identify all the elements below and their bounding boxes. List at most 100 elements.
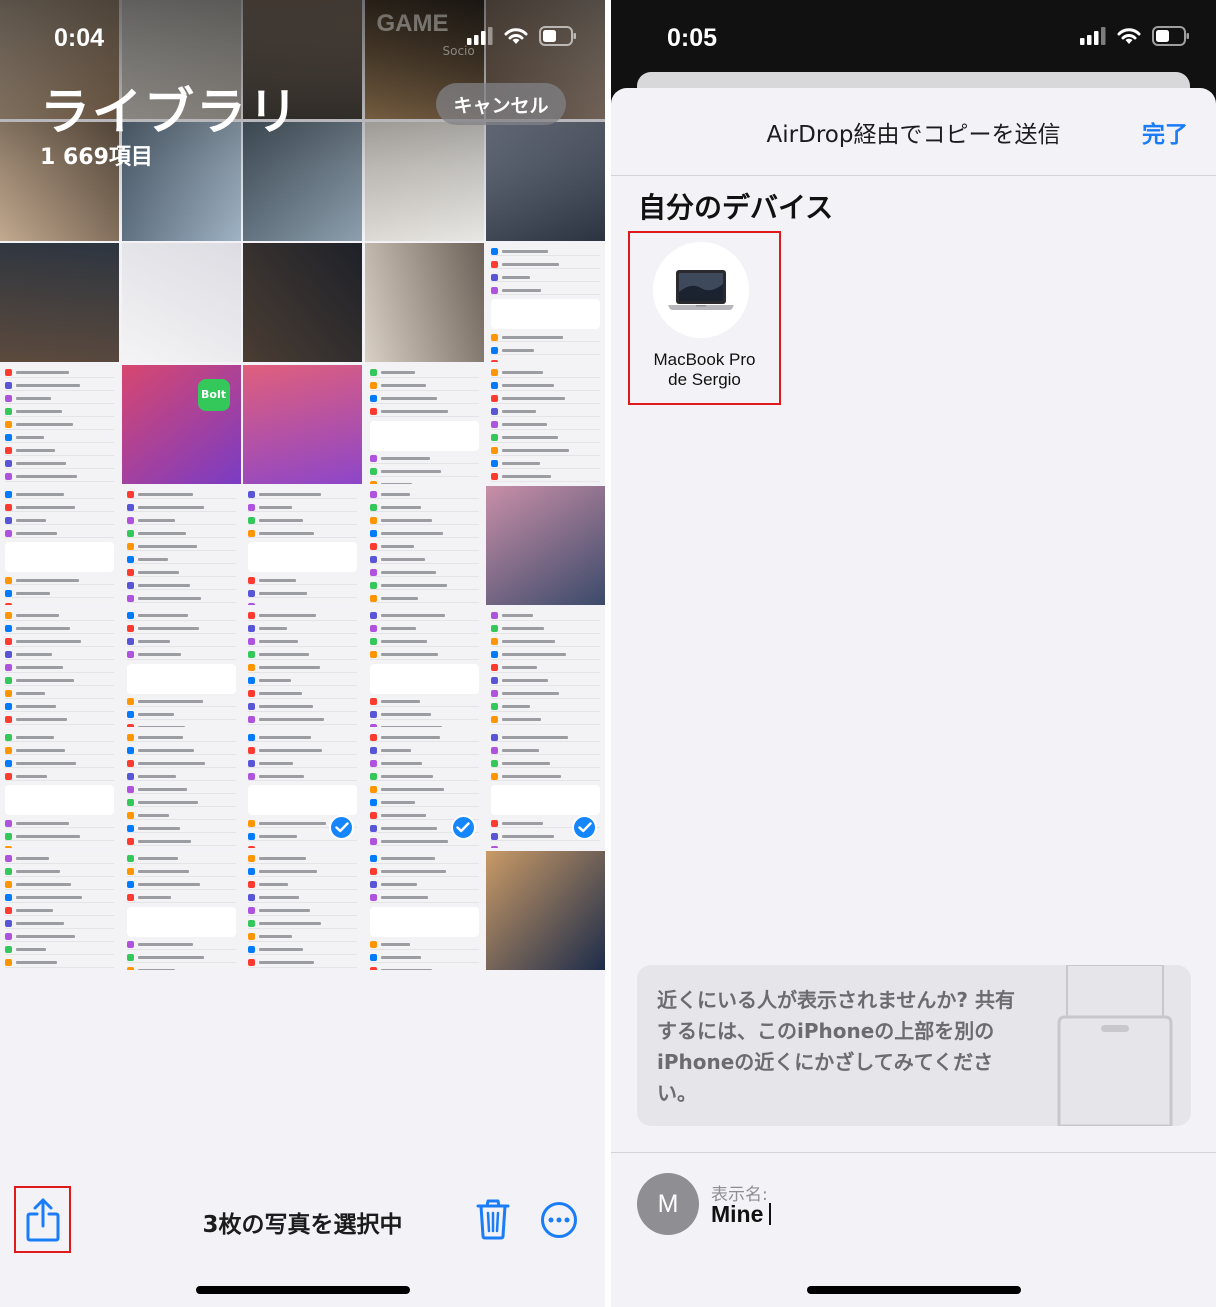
photo-thumbnail[interactable] bbox=[486, 850, 605, 970]
photo-thumbnail[interactable] bbox=[486, 243, 605, 362]
screenshot-row bbox=[126, 625, 236, 634]
settings-row-icon bbox=[5, 933, 12, 940]
display-name-field[interactable]: Mine bbox=[711, 1201, 772, 1228]
delete-button[interactable] bbox=[474, 1198, 512, 1240]
photo-thumbnail[interactable] bbox=[364, 364, 484, 484]
screenshot-row bbox=[369, 395, 479, 404]
photo-thumbnail[interactable] bbox=[0, 607, 119, 727]
macbook-device-button[interactable] bbox=[653, 242, 749, 338]
photo-thumbnail[interactable] bbox=[364, 607, 484, 727]
photo-thumbnail[interactable] bbox=[121, 607, 241, 727]
settings-row-icon bbox=[5, 473, 12, 480]
settings-row-icon bbox=[491, 759, 498, 767]
settings-row-text bbox=[137, 896, 171, 899]
settings-row-icon bbox=[369, 408, 377, 415]
photo-thumbnail[interactable] bbox=[121, 243, 241, 362]
photo-thumbnail[interactable] bbox=[243, 850, 362, 970]
settings-row-icon bbox=[5, 881, 12, 888]
settings-row-text bbox=[502, 288, 541, 292]
status-icons bbox=[1080, 26, 1190, 46]
screenshot-row bbox=[491, 346, 600, 355]
screenshot-row bbox=[5, 638, 114, 647]
screenshot-row bbox=[248, 576, 357, 585]
settings-row-icon bbox=[126, 581, 134, 589]
settings-row-icon bbox=[491, 286, 498, 294]
photo-thumbnail[interactable] bbox=[0, 850, 119, 970]
photo-thumbnail[interactable] bbox=[0, 243, 119, 362]
settings-row-text bbox=[259, 870, 317, 873]
settings-row-icon bbox=[126, 638, 134, 645]
photo-thumbnail[interactable] bbox=[486, 364, 605, 484]
settings-row-text bbox=[502, 718, 541, 721]
settings-row-text bbox=[137, 748, 194, 752]
settings-row-icon bbox=[5, 690, 12, 697]
photo-thumbnail[interactable] bbox=[243, 364, 362, 484]
photo-thumbnail[interactable] bbox=[486, 607, 605, 727]
screenshot-row bbox=[369, 724, 479, 727]
done-button[interactable]: 完了 bbox=[1142, 115, 1188, 149]
settings-row-text bbox=[380, 544, 414, 548]
photo-thumbnail[interactable] bbox=[364, 243, 484, 362]
screenshot-row bbox=[491, 369, 600, 378]
settings-row-text bbox=[16, 462, 66, 465]
photo-thumbnail[interactable]: Bolt bbox=[121, 364, 241, 484]
screenshot-row bbox=[5, 759, 114, 768]
settings-row-text bbox=[380, 726, 442, 727]
settings-row-text bbox=[259, 679, 291, 682]
settings-row-text bbox=[137, 800, 198, 804]
settings-row-icon bbox=[5, 832, 12, 840]
settings-row-icon bbox=[5, 845, 12, 848]
photo-thumbnail[interactable] bbox=[121, 486, 241, 605]
more-button[interactable] bbox=[540, 1201, 578, 1239]
settings-row-text bbox=[16, 614, 59, 617]
screenshot-row bbox=[248, 845, 357, 848]
settings-row-text bbox=[502, 821, 543, 825]
settings-row-icon bbox=[5, 946, 12, 953]
home-indicator[interactable] bbox=[807, 1286, 1021, 1294]
settings-row-icon bbox=[126, 759, 134, 767]
settings-row-icon bbox=[126, 746, 134, 754]
home-indicator[interactable] bbox=[196, 1286, 410, 1294]
screenshot-row bbox=[5, 894, 114, 903]
screenshot-row bbox=[369, 759, 479, 768]
settings-row-icon bbox=[248, 529, 255, 537]
photo-thumbnail[interactable] bbox=[364, 729, 484, 848]
settings-row-text bbox=[16, 449, 55, 452]
photo-thumbnail[interactable] bbox=[243, 607, 362, 727]
iphone-outline-icon bbox=[1057, 965, 1173, 1126]
settings-row-text bbox=[259, 821, 326, 825]
photo-thumbnail[interactable] bbox=[364, 486, 484, 605]
screenshot-row bbox=[369, 468, 479, 477]
screenshot-row bbox=[248, 733, 357, 742]
settings-row-icon bbox=[491, 845, 498, 848]
settings-row-icon bbox=[5, 664, 12, 671]
screenshot-row bbox=[126, 941, 236, 950]
photo-thumbnail[interactable] bbox=[0, 729, 119, 848]
settings-row-icon bbox=[369, 759, 377, 767]
settings-row-text bbox=[380, 627, 416, 630]
settings-row-icon bbox=[5, 602, 12, 605]
photo-thumbnail[interactable] bbox=[121, 729, 241, 848]
photo-thumbnail[interactable] bbox=[0, 364, 119, 484]
settings-row-icon bbox=[369, 468, 377, 475]
screenshot-card bbox=[369, 906, 479, 937]
settings-row-text bbox=[259, 653, 309, 656]
photo-thumbnail[interactable] bbox=[0, 486, 119, 605]
photo-thumbnail[interactable] bbox=[486, 486, 605, 605]
photo-thumbnail[interactable] bbox=[364, 850, 484, 970]
settings-row-icon bbox=[5, 894, 12, 901]
photo-thumbnail[interactable] bbox=[121, 850, 241, 970]
settings-row-icon bbox=[248, 589, 255, 597]
settings-row-text bbox=[16, 475, 77, 478]
screenshot-row bbox=[248, 690, 357, 699]
photo-thumbnail[interactable] bbox=[243, 243, 362, 362]
screenshot-row bbox=[491, 434, 600, 443]
photo-thumbnail[interactable] bbox=[243, 486, 362, 605]
photo-thumbnail[interactable] bbox=[486, 729, 605, 848]
photo-thumbnail[interactable] bbox=[243, 729, 362, 848]
settings-row-icon bbox=[126, 724, 134, 727]
screenshot-row bbox=[248, 746, 357, 755]
screenshot-row bbox=[369, 594, 479, 603]
cancel-button[interactable]: キャンセル bbox=[436, 83, 566, 125]
settings-row-icon bbox=[248, 490, 255, 498]
